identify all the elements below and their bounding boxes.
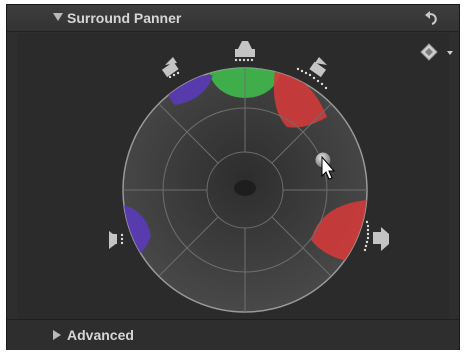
surround-panner-inspector: Surround Panner Advanced: [6, 4, 460, 350]
disclosure-triangle-icon[interactable]: [53, 13, 63, 21]
section-title: Surround Panner: [67, 10, 182, 26]
keyframe-diamond-icon[interactable]: [420, 43, 438, 61]
advanced-label: Advanced: [67, 327, 134, 343]
speaker-icon: [309, 57, 327, 78]
surround-panner-disc[interactable]: [105, 35, 395, 325]
speaker-icon: [109, 231, 117, 249]
speaker-icon: [235, 41, 255, 57]
section-header[interactable]: Surround Panner: [7, 5, 459, 32]
keyframe-menu[interactable]: [417, 43, 457, 63]
center-point: [234, 180, 256, 196]
reset-arrow-icon[interactable]: [423, 9, 441, 27]
dropdown-chevron-icon[interactable]: [447, 51, 453, 55]
speaker-icon: [373, 227, 389, 251]
speaker-icon: [161, 57, 179, 78]
advanced-section-header[interactable]: Advanced: [7, 319, 459, 350]
disclosure-triangle-icon[interactable]: [53, 330, 61, 340]
